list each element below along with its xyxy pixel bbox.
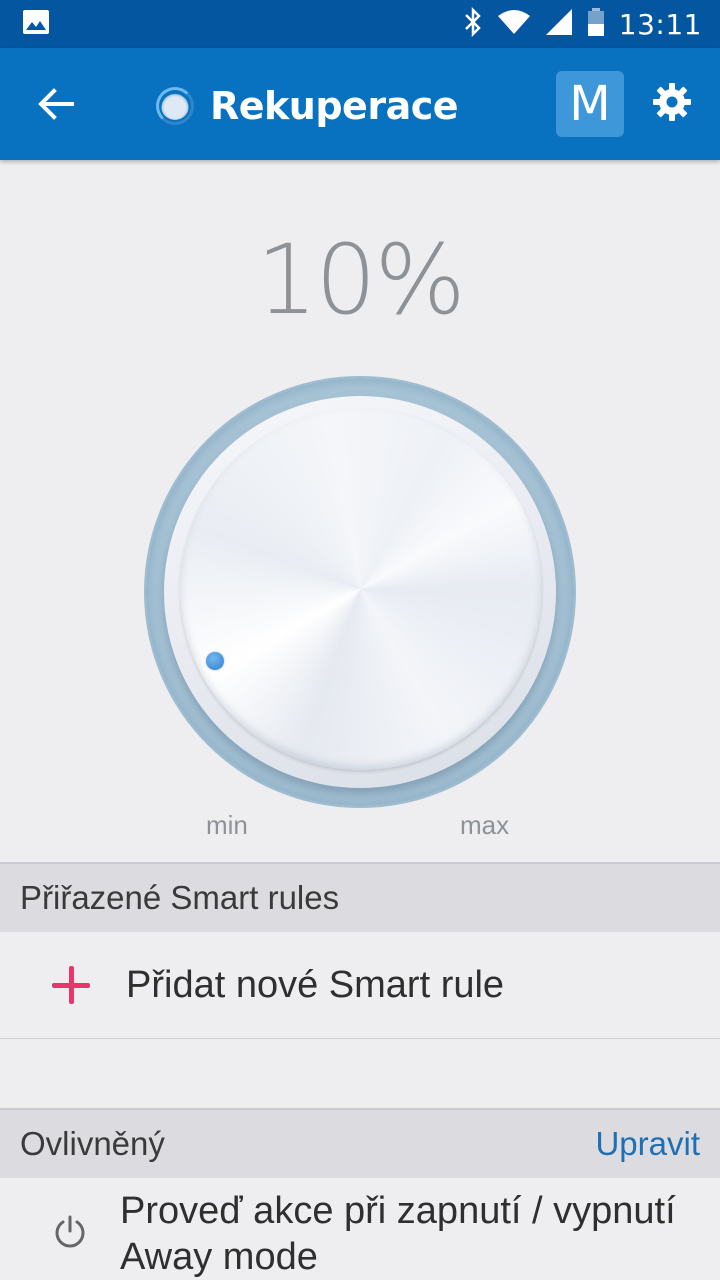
smart-rules-header: Přiřazené Smart rules <box>0 862 720 932</box>
dial-max-label: max <box>460 810 510 840</box>
dial-knob[interactable] <box>180 408 542 770</box>
battery-icon <box>587 7 605 42</box>
bluetooth-icon <box>463 6 483 42</box>
dial-min-label: min <box>206 810 248 840</box>
power-icon <box>52 1214 88 1250</box>
image-icon <box>22 9 50 40</box>
add-smart-rule-label: Přidat nové Smart rule <box>126 964 505 1006</box>
back-button[interactable] <box>32 82 80 130</box>
app-bar: Rekuperace M <box>0 48 720 160</box>
level-dial[interactable] <box>146 378 574 806</box>
away-mode-action-label: Proveď akce při zapnutí / vypnutí Away m… <box>120 1190 676 1278</box>
gear-icon <box>652 82 692 127</box>
signal-icon <box>545 8 573 41</box>
affected-title: Ovlivněný <box>20 1125 165 1162</box>
mode-button[interactable]: M <box>556 71 624 137</box>
wifi-icon <box>497 8 531 41</box>
title-area: Rekuperace <box>156 78 459 134</box>
plus-icon <box>52 965 92 1006</box>
add-smart-rule-button[interactable]: Přidat nové Smart rule <box>0 933 720 1039</box>
back-arrow-icon <box>38 87 74 125</box>
smart-rules-title: Přiřazené Smart rules <box>20 879 340 916</box>
status-time: 13:11 <box>618 7 702 41</box>
edit-link[interactable]: Upravit <box>595 1125 700 1163</box>
status-bar: 13:11 <box>0 0 720 48</box>
device-status-icon <box>156 87 194 125</box>
affected-header: Ovlivněný Upravit <box>0 1108 720 1178</box>
settings-button[interactable] <box>648 80 696 128</box>
page-title: Rekuperace <box>210 84 459 128</box>
list-item[interactable]: Proveď akce při zapnutí / vypnutí Away m… <box>0 1180 720 1280</box>
dial-indicator <box>206 652 224 670</box>
level-value: 10% <box>256 224 465 336</box>
